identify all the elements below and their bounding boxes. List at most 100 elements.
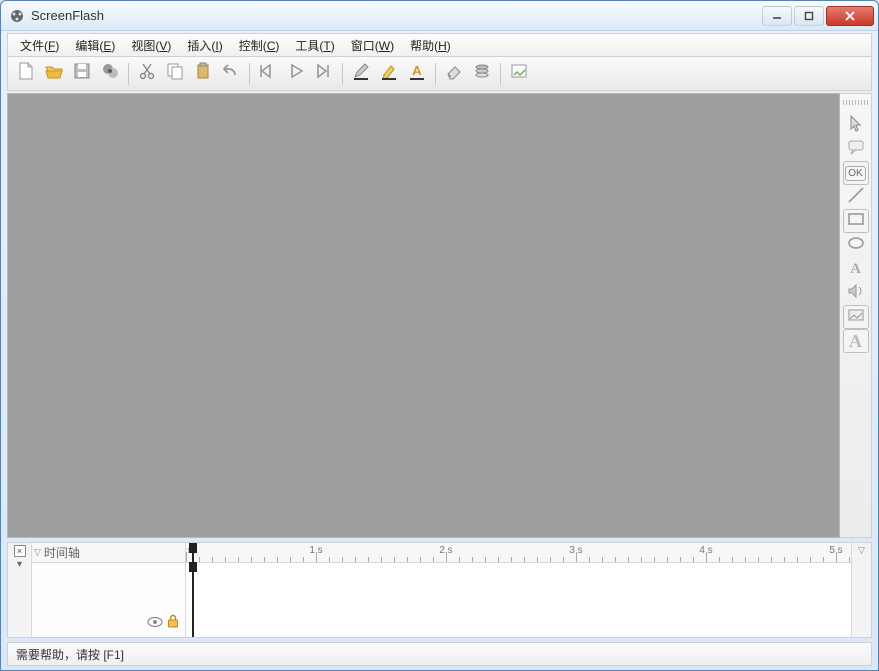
ruler-label: 2 s (439, 545, 452, 556)
menu-item-4[interactable]: 控制(C) (231, 35, 288, 56)
workspace: OK A A (7, 93, 872, 538)
menu-item-5[interactable]: 工具(T) (287, 35, 342, 56)
playhead-handle-icon (189, 562, 197, 572)
copy-button[interactable] (162, 61, 188, 87)
paste-button[interactable] (190, 61, 216, 87)
maximize-button[interactable] (794, 6, 824, 26)
eye-icon[interactable] (147, 615, 163, 633)
ruler-label: 4 s (699, 545, 712, 556)
big-text-tool[interactable]: A (843, 329, 869, 353)
text-tool-icon: A (850, 260, 861, 278)
highlighter-icon (379, 61, 399, 86)
step-back-button[interactable] (255, 61, 281, 87)
menu-item-0[interactable]: 文件(F) (12, 35, 67, 56)
timeline-playhead[interactable] (192, 563, 194, 637)
app-icon (9, 8, 25, 24)
undo-button[interactable] (218, 61, 244, 87)
rectangle-tool-icon (846, 209, 866, 234)
menu-item-2[interactable]: 视图(V) (123, 35, 179, 56)
window-controls (760, 6, 874, 26)
timeline-track-area[interactable] (186, 563, 851, 637)
open-file-button[interactable] (41, 61, 67, 87)
ruler-label: 1 s (309, 545, 322, 556)
menubar: 文件(F)编辑(E)视图(V)插入(I)控制(C)工具(T)窗口(W)帮助(H) (7, 33, 872, 57)
text-tool[interactable]: A (843, 257, 869, 281)
open-file-icon (44, 61, 64, 86)
minimize-button[interactable] (762, 6, 792, 26)
ellipse-tool[interactable] (843, 233, 869, 257)
text-annotation-button[interactable]: A (404, 61, 430, 87)
new-file-icon (16, 61, 36, 86)
rectangle-tool[interactable] (843, 209, 869, 233)
timeline-panel: × ▾ ▽ 时间轴 0 s1 s2 s3 s4 s5 s (7, 542, 872, 638)
record-icon (100, 61, 120, 86)
toolbox: OK A A (840, 93, 872, 538)
timeline-track-icons (32, 563, 185, 637)
toolbar-separator (435, 63, 436, 85)
dropdown-icon: ▽ (34, 547, 41, 558)
timeline-main[interactable]: 0 s1 s2 s3 s4 s5 s (186, 543, 851, 637)
pointer[interactable] (843, 113, 869, 137)
toolbar: A (7, 57, 872, 91)
speech-bubble[interactable] (843, 137, 869, 161)
toolbar-separator (342, 63, 343, 85)
sound-tool[interactable] (843, 281, 869, 305)
timeline-label[interactable]: ▽ 时间轴 (32, 543, 185, 563)
properties-button[interactable] (506, 61, 532, 87)
stack-icon (472, 61, 492, 86)
toolbox-grip[interactable] (843, 100, 869, 105)
copy-icon (165, 61, 185, 86)
save-file-button[interactable] (69, 61, 95, 87)
menu-item-3[interactable]: 插入(I) (179, 35, 230, 56)
cut-button[interactable] (134, 61, 160, 87)
ok-button-icon: OK (845, 166, 865, 181)
record-button[interactable] (97, 61, 123, 87)
canvas[interactable] (7, 93, 840, 538)
cut-icon (137, 61, 157, 86)
titlebar: ScreenFlash (1, 1, 878, 31)
status-text: 需要帮助，请按 [F1] (16, 646, 124, 663)
ellipse-tool-icon (846, 233, 866, 258)
window-title: ScreenFlash (31, 8, 760, 23)
svg-text:A: A (412, 63, 422, 78)
image-tool[interactable] (843, 305, 869, 329)
timeline-header-column: ▽ 时间轴 (32, 543, 186, 637)
close-button[interactable] (826, 6, 874, 26)
eraser-button[interactable] (441, 61, 467, 87)
big-text-tool-icon: A (849, 331, 862, 352)
step-forward-icon (314, 61, 334, 86)
pointer-icon (846, 113, 866, 138)
menu-item-7[interactable]: 帮助(H) (402, 35, 459, 56)
timeline-ruler[interactable]: 0 s1 s2 s3 s4 s5 s (186, 543, 851, 563)
highlighter-button[interactable] (376, 61, 402, 87)
dropdown-icon[interactable]: ▽ (858, 545, 865, 556)
step-back-icon (258, 61, 278, 86)
ok-button[interactable]: OK (843, 161, 869, 185)
save-file-icon (72, 61, 92, 86)
timeline-label-text: 时间轴 (44, 544, 80, 561)
ruler-label: 3 s (569, 545, 582, 556)
statusbar: 需要帮助，请按 [F1] (7, 642, 872, 666)
new-file-button[interactable] (13, 61, 39, 87)
pen-icon (351, 61, 371, 86)
eraser-icon (444, 61, 464, 86)
line-tool[interactable] (843, 185, 869, 209)
menu-item-1[interactable]: 编辑(E) (67, 35, 123, 56)
timeline-gutter: × ▾ (8, 543, 32, 637)
paste-icon (193, 61, 213, 86)
lock-icon[interactable] (167, 614, 179, 633)
stack-button[interactable] (469, 61, 495, 87)
play-button[interactable] (283, 61, 309, 87)
timeline-close-icon[interactable]: × (14, 545, 26, 557)
menu-item-6[interactable]: 窗口(W) (343, 35, 402, 56)
step-forward-button[interactable] (311, 61, 337, 87)
ruler-label: 5 s (829, 545, 842, 556)
timeline-collapse-icon[interactable]: ▾ (17, 559, 22, 570)
play-icon (286, 61, 306, 86)
sound-tool-icon (846, 281, 866, 306)
line-tool-icon (846, 185, 866, 210)
timeline-right-gutter: ▽ (851, 543, 871, 637)
pen-button[interactable] (348, 61, 374, 87)
speech-bubble-icon (846, 137, 866, 162)
toolbar-separator (500, 63, 501, 85)
